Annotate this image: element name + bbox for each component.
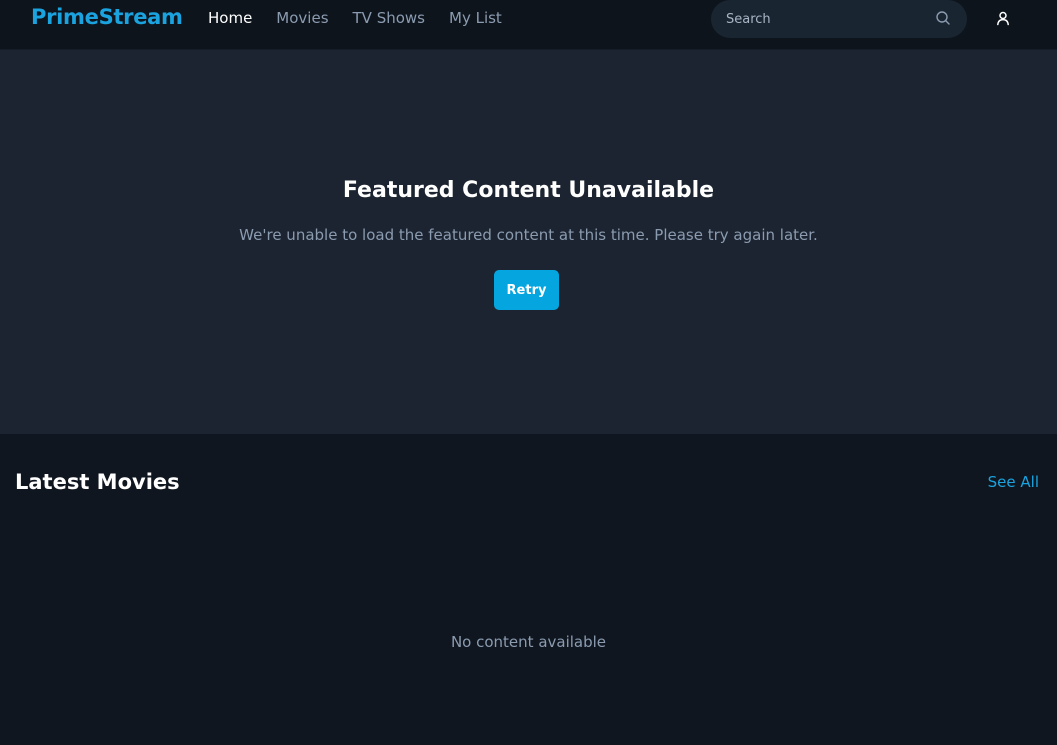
retry-button[interactable]: Retry: [494, 270, 559, 310]
nav-link-movies[interactable]: Movies: [276, 9, 328, 27]
empty-state-message: No content available: [450, 633, 607, 651]
top-navbar: PrimeStream Home Movies TV Shows My List: [0, 0, 1057, 50]
hero-title: Featured Content Unavailable: [342, 178, 715, 203]
brand-logo[interactable]: PrimeStream: [31, 5, 183, 29]
search-icon[interactable]: [935, 10, 951, 26]
featured-hero: Featured Content Unavailable We're unabl…: [0, 50, 1057, 434]
section-title: Latest Movies: [15, 470, 180, 494]
user-icon[interactable]: [995, 10, 1011, 26]
nav-link-tv-shows[interactable]: TV Shows: [353, 9, 425, 27]
nav-link-home[interactable]: Home: [208, 9, 252, 27]
search-input[interactable]: [726, 9, 926, 29]
main-nav: Home Movies TV Shows My List: [208, 9, 526, 27]
hero-error-message: We're unable to load the featured conten…: [239, 226, 818, 244]
nav-link-my-list[interactable]: My List: [449, 9, 502, 27]
search-box: [711, 0, 967, 38]
see-all-link[interactable]: See All: [988, 473, 1039, 491]
